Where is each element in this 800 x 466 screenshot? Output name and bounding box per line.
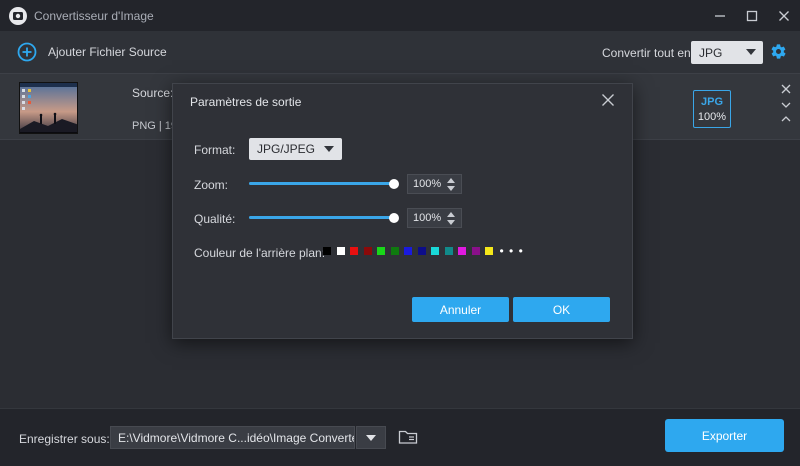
background-color-swatches: • • •: [323, 245, 524, 257]
output-path-dropdown[interactable]: [356, 426, 386, 449]
minimize-icon: [715, 14, 725, 17]
remove-file-button[interactable]: [781, 83, 791, 97]
convert-all-value: JPG: [699, 45, 723, 60]
chevron-down-icon: [324, 146, 334, 152]
export-button[interactable]: Exporter: [665, 419, 784, 452]
zoom-slider-handle[interactable]: [389, 179, 399, 189]
dialog-title: Paramètres de sortie: [190, 95, 302, 109]
file-thumbnail: [19, 82, 78, 134]
output-quality: 100%: [697, 111, 727, 123]
color-swatch-10[interactable]: [444, 247, 453, 255]
color-swatch-1[interactable]: [323, 247, 331, 255]
color-swatch-9[interactable]: [431, 247, 439, 255]
decrement-icon[interactable]: [447, 220, 455, 225]
color-swatch-12[interactable]: [471, 247, 480, 255]
color-swatch-13[interactable]: [485, 247, 493, 255]
zoom-stepper[interactable]: 100%: [407, 174, 462, 194]
quality-slider[interactable]: [249, 213, 399, 223]
more-colors-button[interactable]: • • •: [500, 245, 524, 257]
color-swatch-2[interactable]: [336, 247, 345, 255]
plus-circle-icon: [17, 42, 37, 62]
bottom-bar: Enregistrer sous: E:\Vidmore\Vidmore C..…: [0, 408, 800, 466]
zoom-label: Zoom:: [194, 178, 229, 192]
title-bar: Convertisseur d'Image: [0, 0, 800, 31]
quality-label: Qualité:: [194, 212, 236, 226]
output-path-field[interactable]: E:\Vidmore\Vidmore C...idéo\Image Conver…: [110, 426, 355, 449]
window-title: Convertisseur d'Image: [34, 8, 154, 23]
zoom-slider-fill: [249, 182, 394, 185]
expand-row-button[interactable]: [781, 98, 791, 112]
convert-all-select[interactable]: JPG: [691, 41, 763, 64]
quality-slider-fill: [249, 216, 394, 219]
close-icon: [602, 94, 614, 106]
output-settings-dialog: Paramètres de sortie Format: JPG/JPEG Zo…: [172, 83, 633, 339]
increment-icon[interactable]: [447, 212, 455, 217]
quality-stepper[interactable]: 100%: [407, 208, 462, 228]
file-meta: PNG | 19: [132, 120, 178, 132]
maximize-icon: [746, 10, 758, 21]
source-label: Source:: [132, 86, 174, 100]
color-swatch-6[interactable]: [390, 247, 399, 255]
decrement-icon[interactable]: [447, 186, 455, 191]
background-color-label: Couleur de l'arrière plan:: [194, 246, 326, 260]
gear-icon: [771, 44, 786, 59]
format-select[interactable]: JPG/JPEG: [249, 138, 342, 160]
zoom-value: 100%: [413, 178, 442, 190]
format-label: Format:: [194, 143, 236, 157]
close-icon: [779, 10, 789, 21]
collapse-row-button[interactable]: [781, 112, 791, 126]
maximize-button[interactable]: [736, 0, 768, 31]
chevron-up-icon: [781, 116, 791, 122]
quality-value: 100%: [413, 212, 442, 224]
folder-icon: [398, 430, 418, 444]
dialog-close-button[interactable]: [601, 93, 615, 110]
color-swatch-3[interactable]: [350, 247, 358, 255]
color-swatch-5[interactable]: [377, 247, 385, 255]
color-swatch-4[interactable]: [363, 247, 372, 255]
chevron-down-icon: [746, 49, 756, 55]
close-icon: [781, 84, 791, 94]
color-swatch-11[interactable]: [458, 247, 466, 255]
save-as-label: Enregistrer sous:: [19, 432, 110, 446]
ok-button[interactable]: OK: [513, 297, 610, 322]
add-source-label: Ajouter Fichier Source: [48, 45, 167, 59]
chevron-down-icon: [366, 435, 376, 441]
chevron-down-icon: [781, 102, 791, 108]
add-source-button[interactable]: Ajouter Fichier Source: [17, 42, 167, 62]
output-format: JPG: [700, 96, 723, 108]
quality-slider-handle[interactable]: [389, 213, 399, 223]
window-controls: [704, 0, 800, 31]
cancel-button[interactable]: Annuler: [412, 297, 509, 322]
zoom-slider[interactable]: [249, 179, 399, 189]
increment-icon[interactable]: [447, 178, 455, 183]
settings-button[interactable]: [770, 43, 787, 63]
minimize-button[interactable]: [704, 0, 736, 31]
close-window-button[interactable]: [768, 0, 800, 31]
color-swatch-7[interactable]: [404, 247, 412, 255]
open-folder-button[interactable]: [398, 429, 418, 448]
color-swatch-8[interactable]: [417, 247, 426, 255]
convert-all-label: Convertir tout en:: [602, 46, 695, 60]
toolbar: Ajouter Fichier Source Convertir tout en…: [0, 31, 800, 73]
output-format-badge[interactable]: JPG 100%: [693, 90, 731, 128]
format-value: JPG/JPEG: [257, 142, 316, 156]
app-logo-icon: [9, 6, 27, 25]
